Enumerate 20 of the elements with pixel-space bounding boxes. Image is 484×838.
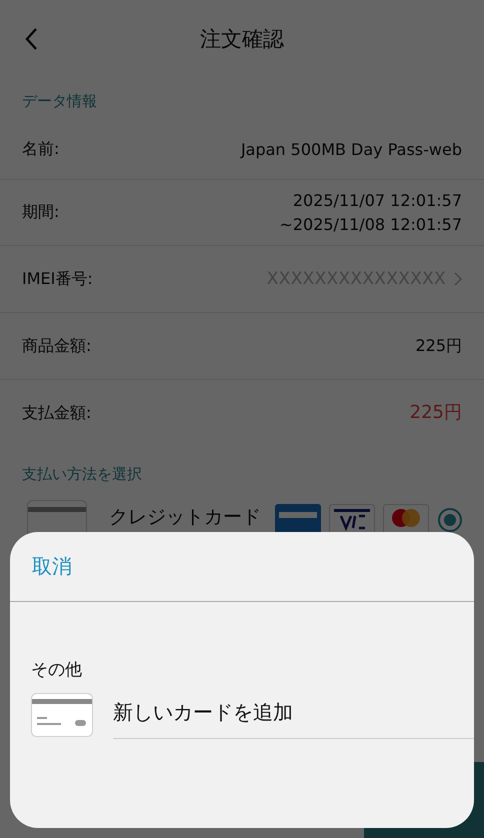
page-title: 注文確認 xyxy=(200,26,284,53)
credit-card-icon xyxy=(31,693,93,737)
payment-method-label[interactable]: クレジットカード xyxy=(109,504,261,530)
field-label: 支払金額: xyxy=(22,402,92,424)
section-heading: データ情報 xyxy=(21,90,98,112)
chevron-right-icon xyxy=(454,272,462,286)
group-label: その他 xyxy=(30,659,83,681)
field-value: 225円 xyxy=(410,401,462,425)
section-heading: 支払い方法を選択 xyxy=(21,464,143,484)
cancel-button[interactable]: 取消 xyxy=(32,553,72,580)
field-label: 商品金額: xyxy=(22,336,92,356)
field-label: 期間: xyxy=(22,202,60,223)
field-label: IMEI番号: xyxy=(22,268,94,290)
field-value: 2025/11/07 12:01:57 xyxy=(292,190,462,212)
field-value: Japan 500MB Day Pass-web xyxy=(240,138,462,160)
field-label: 名前: xyxy=(22,139,60,160)
back-icon[interactable] xyxy=(24,27,38,51)
field-value: 225円 xyxy=(415,335,462,357)
field-value: ~2025/11/08 12:01:57 xyxy=(279,214,462,236)
add-card-option[interactable]: 新しいカードを追加 xyxy=(113,691,474,739)
